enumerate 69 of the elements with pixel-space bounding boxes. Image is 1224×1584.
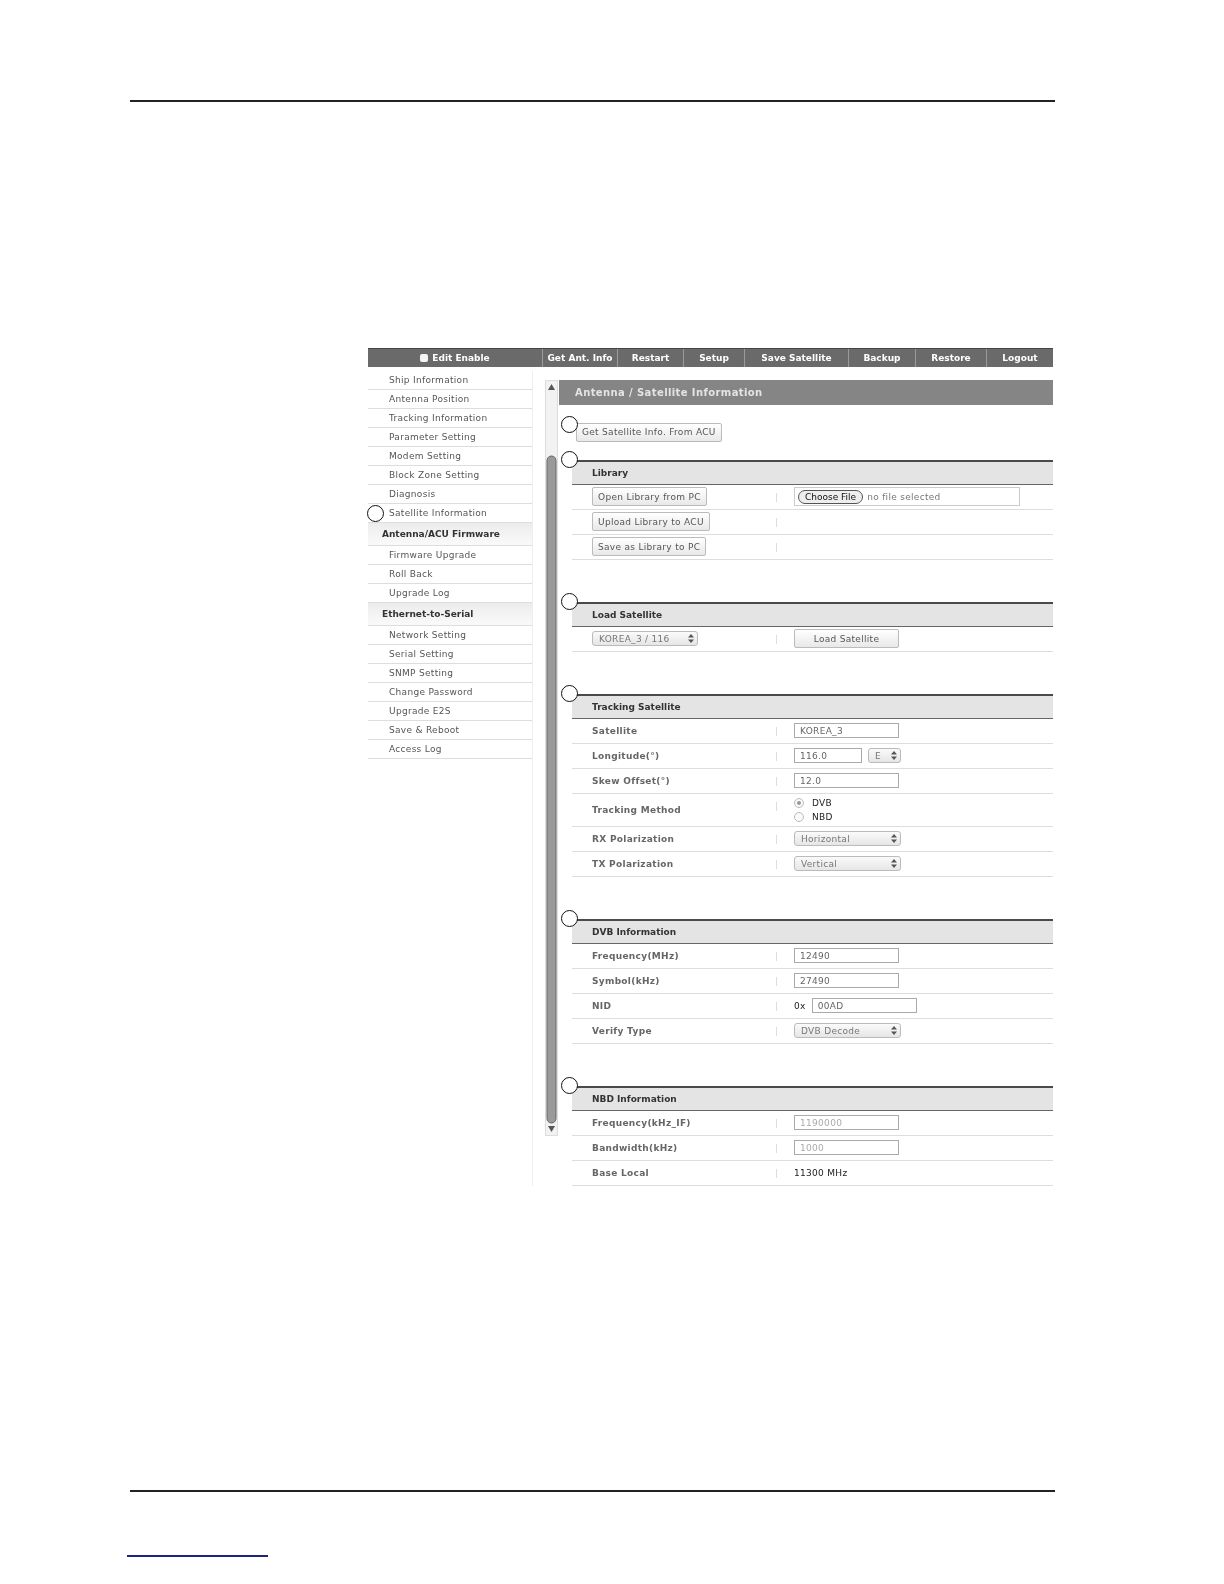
field-label: Frequency(MHz) — [592, 950, 679, 961]
field-label: TX Polarization — [592, 858, 674, 869]
dropdown[interactable]: KOREA_3 / 116 — [592, 631, 698, 646]
field-label: Bandwidth(kHz) — [592, 1142, 678, 1153]
field-label: Tracking Method — [592, 804, 681, 815]
radio-label: NBD — [812, 811, 833, 822]
text-field[interactable]: KOREA_3 — [794, 723, 899, 738]
updown-arrow-icon — [891, 751, 897, 760]
radio-label: DVB — [812, 797, 832, 808]
section-header: Load Satellite — [572, 601, 1053, 627]
sidebar-item[interactable]: Firmware Upgrade — [368, 546, 532, 565]
field-label: Satellite — [592, 725, 638, 736]
sidebar-item[interactable]: Ship Information — [368, 371, 532, 390]
section-header: NBD Information — [572, 1085, 1053, 1111]
field-label: NID — [592, 1000, 612, 1011]
dropdown[interactable]: DVB Decode — [794, 1023, 901, 1038]
text-field[interactable]: 27490 — [794, 973, 899, 988]
library-button[interactable]: Save as Library to PC — [592, 537, 707, 556]
field-label: Symbol(kHz) — [592, 975, 660, 986]
sidebar-item[interactable]: Block Zone Setting — [368, 466, 532, 485]
scrollbar[interactable] — [545, 380, 558, 1136]
field-label: Skew Offset(°) — [592, 775, 670, 786]
sidebar-heading: Ethernet-to-Serial — [368, 603, 532, 626]
library-button[interactable]: Upload Library to ACU — [592, 512, 710, 531]
sidebar-item[interactable]: Upgrade E2S — [368, 702, 532, 721]
dropdown[interactable]: Vertical — [794, 856, 901, 871]
library-button[interactable]: Open Library from PC — [592, 487, 707, 506]
field-label: Longitude(°) — [592, 750, 660, 761]
field-label: RX Polarization — [592, 833, 675, 844]
value-text: 11300 MHz — [794, 1167, 848, 1178]
text-field[interactable]: 12.0 — [794, 773, 899, 788]
dropdown[interactable]: Horizontal — [794, 831, 901, 846]
text-field[interactable]: 116.0 — [794, 748, 862, 763]
section-header: Library — [572, 459, 1053, 485]
sidebar-item[interactable]: Roll Back — [368, 565, 532, 584]
prefix-label: 0x — [794, 1000, 806, 1011]
file-field[interactable]: Choose File no file selected — [794, 487, 1020, 506]
get-info-button[interactable]: Get Satellite Info. From ACU — [576, 422, 722, 442]
section-header: Tracking Satellite — [572, 693, 1053, 719]
sidebar-item[interactable]: Parameter Setting — [368, 428, 532, 447]
sidebar-item[interactable]: Save & Reboot — [368, 721, 532, 740]
field-label: Frequency(kHz_IF) — [592, 1117, 691, 1128]
file-status-text: no file selected — [867, 491, 941, 502]
sidebar-item[interactable]: Tracking Information — [368, 409, 532, 428]
updown-arrow-icon — [688, 634, 694, 643]
sidebar-heading: Antenna/ACU Firmware — [368, 523, 532, 546]
text-field[interactable]: 12490 — [794, 948, 899, 963]
sidebar-item[interactable]: Diagnosis — [368, 485, 532, 504]
updown-arrow-icon — [891, 1026, 897, 1035]
sidebar-item[interactable]: Antenna Position — [368, 390, 532, 409]
page-title: Antenna / Satellite Information — [559, 380, 1053, 405]
text-field[interactable]: 00AD — [811, 998, 917, 1013]
sidebar-item[interactable]: Change Password — [368, 683, 532, 702]
checkbox[interactable] — [420, 354, 429, 362]
updown-arrow-icon — [891, 859, 897, 868]
choose-file-button[interactable]: Choose File — [798, 489, 864, 504]
section-header: DVB Information — [572, 918, 1053, 944]
radio-button[interactable] — [794, 797, 804, 808]
dropdown[interactable]: E — [868, 748, 901, 763]
radio-button[interactable] — [794, 811, 804, 822]
sidebar-item[interactable]: Access Log — [368, 740, 532, 759]
sidebar-item[interactable]: Modem Setting — [368, 447, 532, 466]
load-button[interactable]: Load Satellite — [794, 629, 899, 648]
sidebar-item[interactable]: Serial Setting — [368, 645, 532, 664]
updown-arrow-icon — [891, 834, 897, 843]
sidebar-item[interactable]: SNMP Setting — [368, 664, 532, 683]
field-label: Base Local — [592, 1167, 649, 1178]
sidebar-item[interactable]: Network Setting — [368, 626, 532, 645]
field-label: Verify Type — [592, 1025, 652, 1036]
